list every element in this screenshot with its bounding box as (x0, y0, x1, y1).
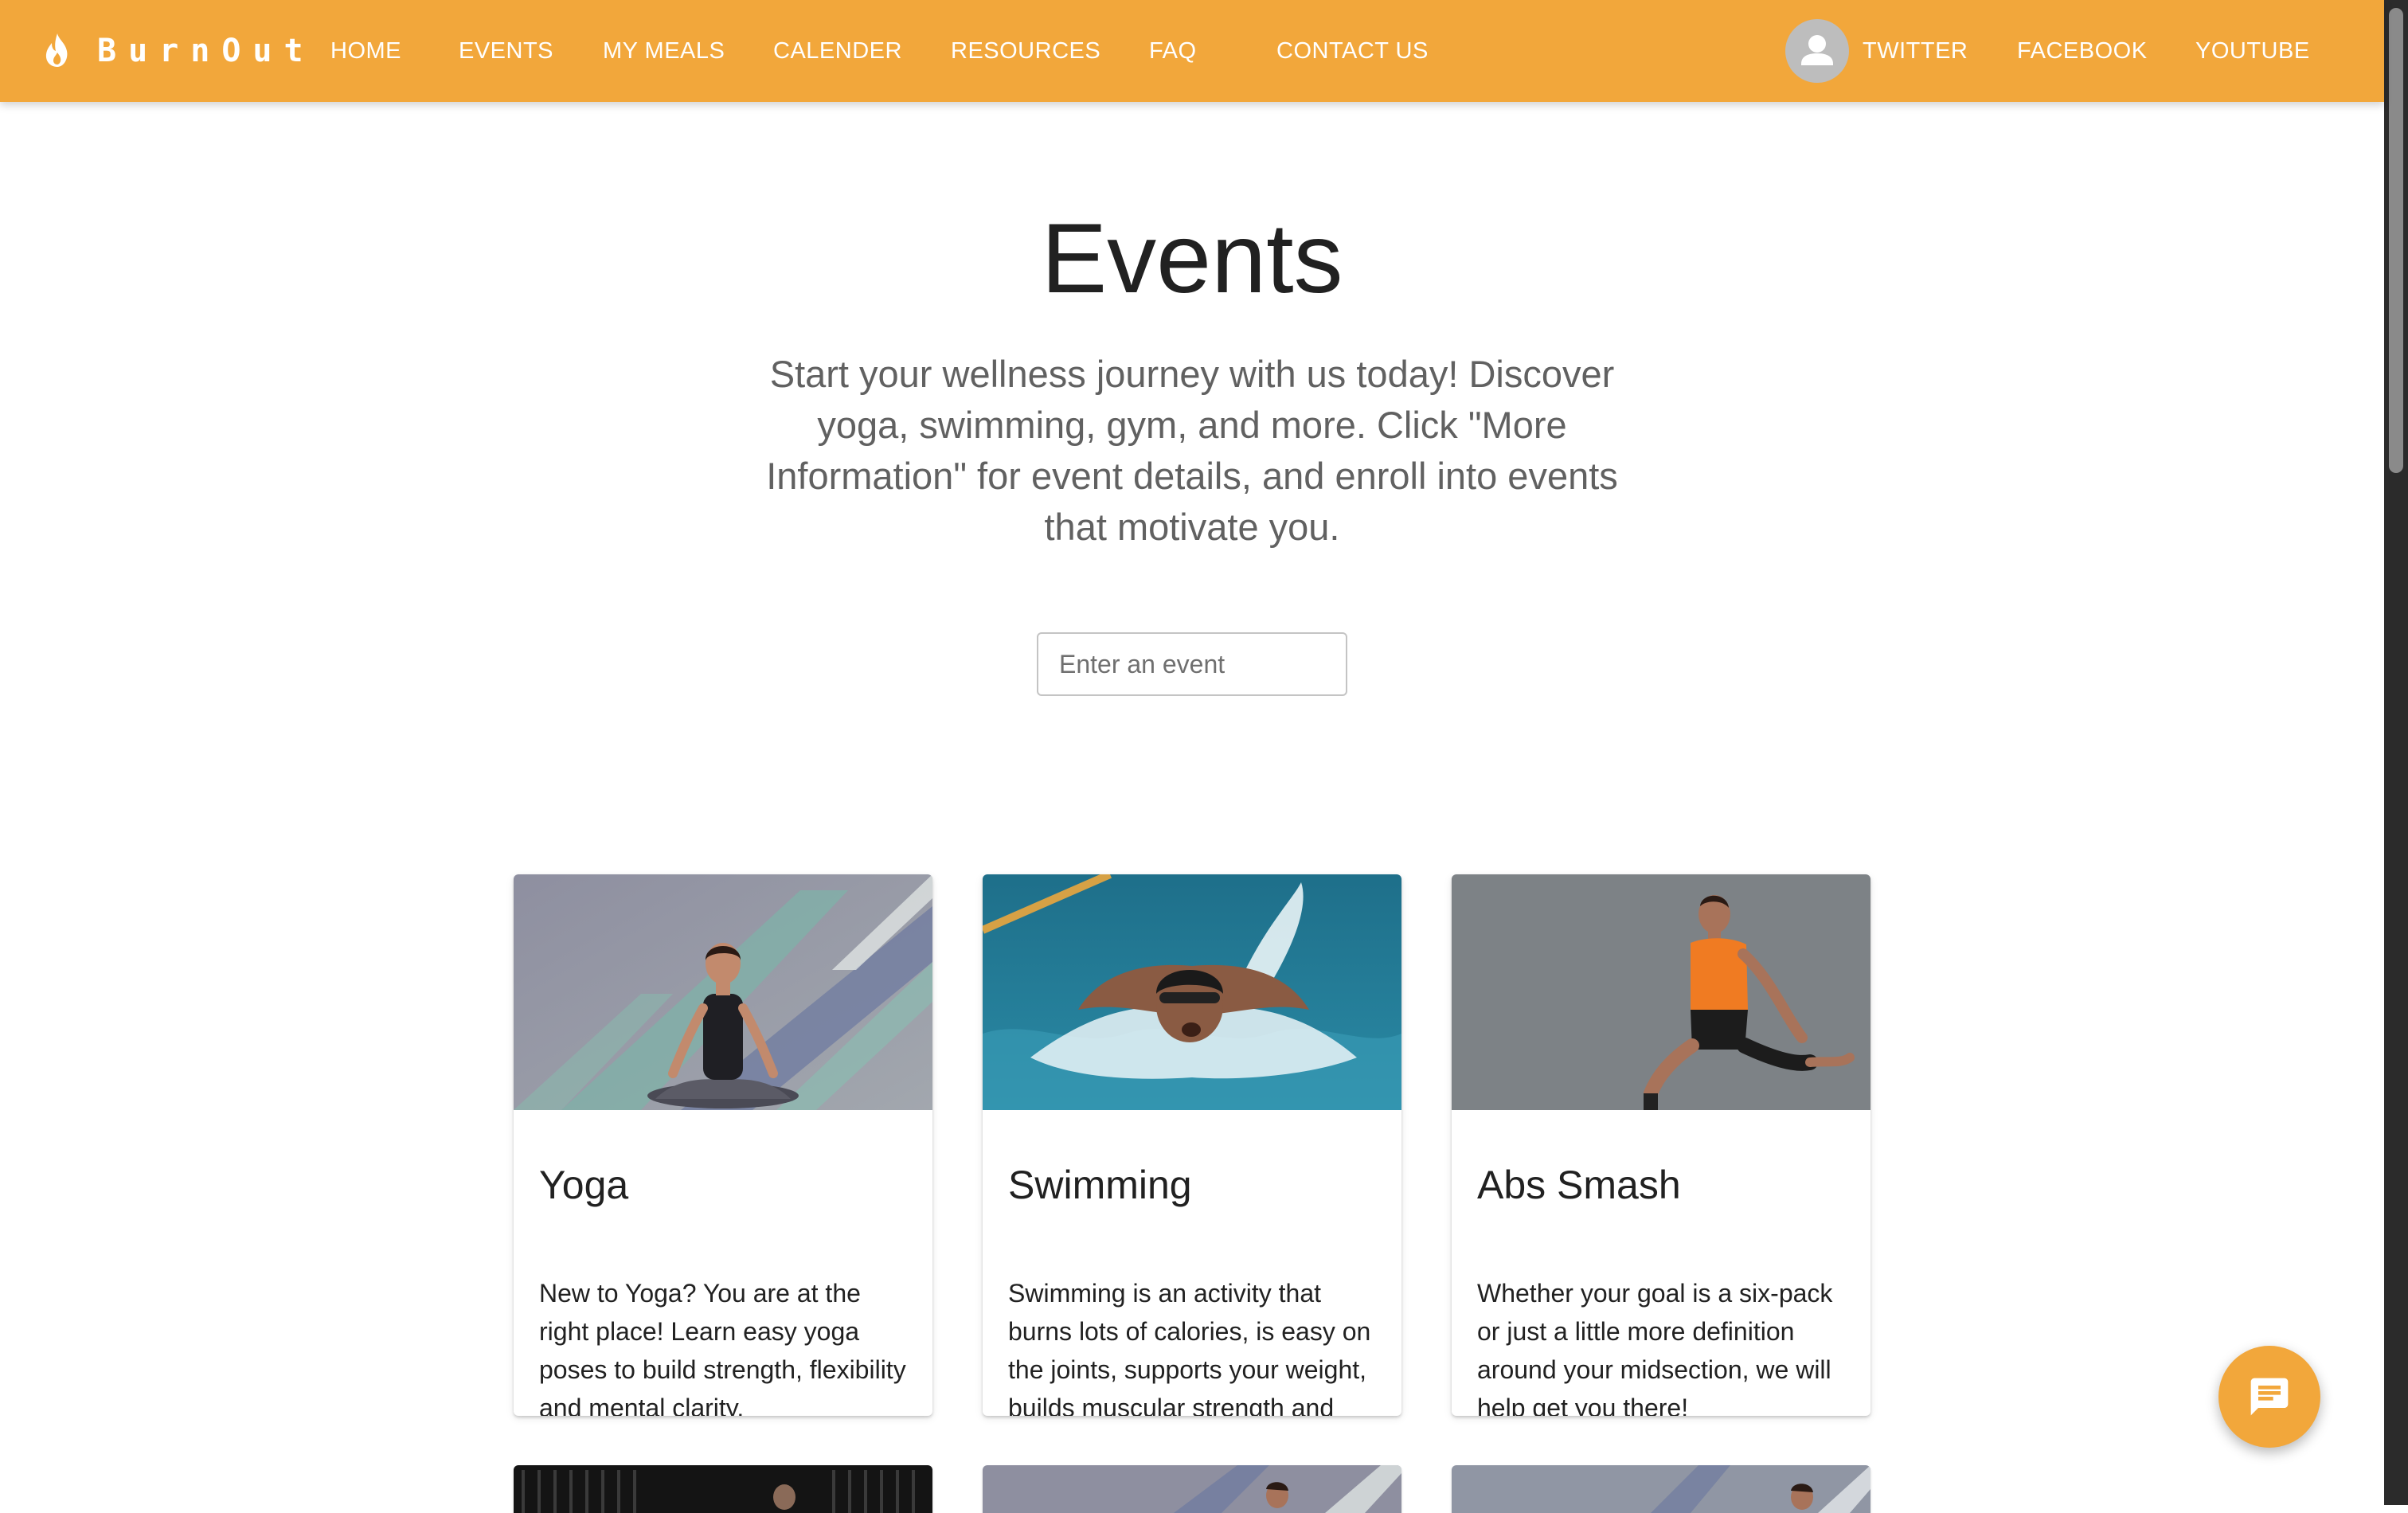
chat-icon (2250, 1378, 2289, 1416)
event-card-next-1[interactable] (514, 1465, 932, 1513)
nav-contact-us[interactable]: CONTACT US (1276, 0, 1429, 102)
event-card-swimming[interactable]: Swimming Swimming is an activity that bu… (983, 874, 1401, 1416)
nav-home[interactable]: HOME (330, 0, 401, 102)
event-card-next-3[interactable] (1452, 1465, 1870, 1513)
account-icon[interactable] (1785, 19, 1849, 83)
card-title: Swimming (1008, 1163, 1192, 1207)
card-description: Swimming is an activity that burns lots … (1008, 1279, 1371, 1416)
card-description: Whether your goal is a six-pack or just … (1477, 1279, 1833, 1416)
nav-my-meals[interactable]: MY MEALS (603, 0, 725, 102)
card-description: New to Yoga? You are at the right place!… (539, 1279, 906, 1416)
card-image-partial (514, 1465, 932, 1513)
card-image-partial (983, 1465, 1401, 1513)
page-intro: Start your wellness journey with us toda… (766, 353, 1618, 548)
card-image-partial (1452, 1465, 1870, 1513)
swimming-image (983, 874, 1401, 1110)
card-title: Yoga (539, 1163, 629, 1207)
brand[interactable]: BurnOut (41, 29, 315, 73)
event-card-next-2[interactable] (983, 1465, 1401, 1513)
page-title: Events (1041, 204, 1343, 314)
yoga-image (514, 874, 932, 1110)
nav-youtube[interactable]: YOUTUBE (2195, 0, 2310, 102)
nav-events[interactable]: EVENTS (459, 0, 553, 102)
event-search-input[interactable] (1037, 632, 1347, 696)
card-title: Abs Smash (1477, 1163, 1681, 1207)
chat-button[interactable] (2218, 1346, 2320, 1448)
event-card-abs-smash[interactable]: Abs Smash Whether your goal is a six-pac… (1452, 874, 1870, 1416)
flame-icon (45, 33, 68, 67)
event-card-yoga[interactable]: Yoga New to Yoga? You are at the right p… (514, 874, 932, 1416)
scrollbar-thumb[interactable] (2389, 8, 2403, 473)
nav-resources[interactable]: RESOURCES (951, 0, 1100, 102)
nav-twitter[interactable]: TWITTER (1863, 0, 1968, 102)
nav-calender[interactable]: CALENDER (773, 0, 902, 102)
nav-faq[interactable]: FAQ (1149, 0, 1197, 102)
top-navbar: BurnOut HOME EVENTS MY MEALS CALENDER RE… (0, 0, 2384, 102)
brand-name: BurnOut (97, 33, 315, 69)
abs-smash-image (1452, 874, 1870, 1110)
nav-facebook[interactable]: FACEBOOK (2017, 0, 2148, 102)
